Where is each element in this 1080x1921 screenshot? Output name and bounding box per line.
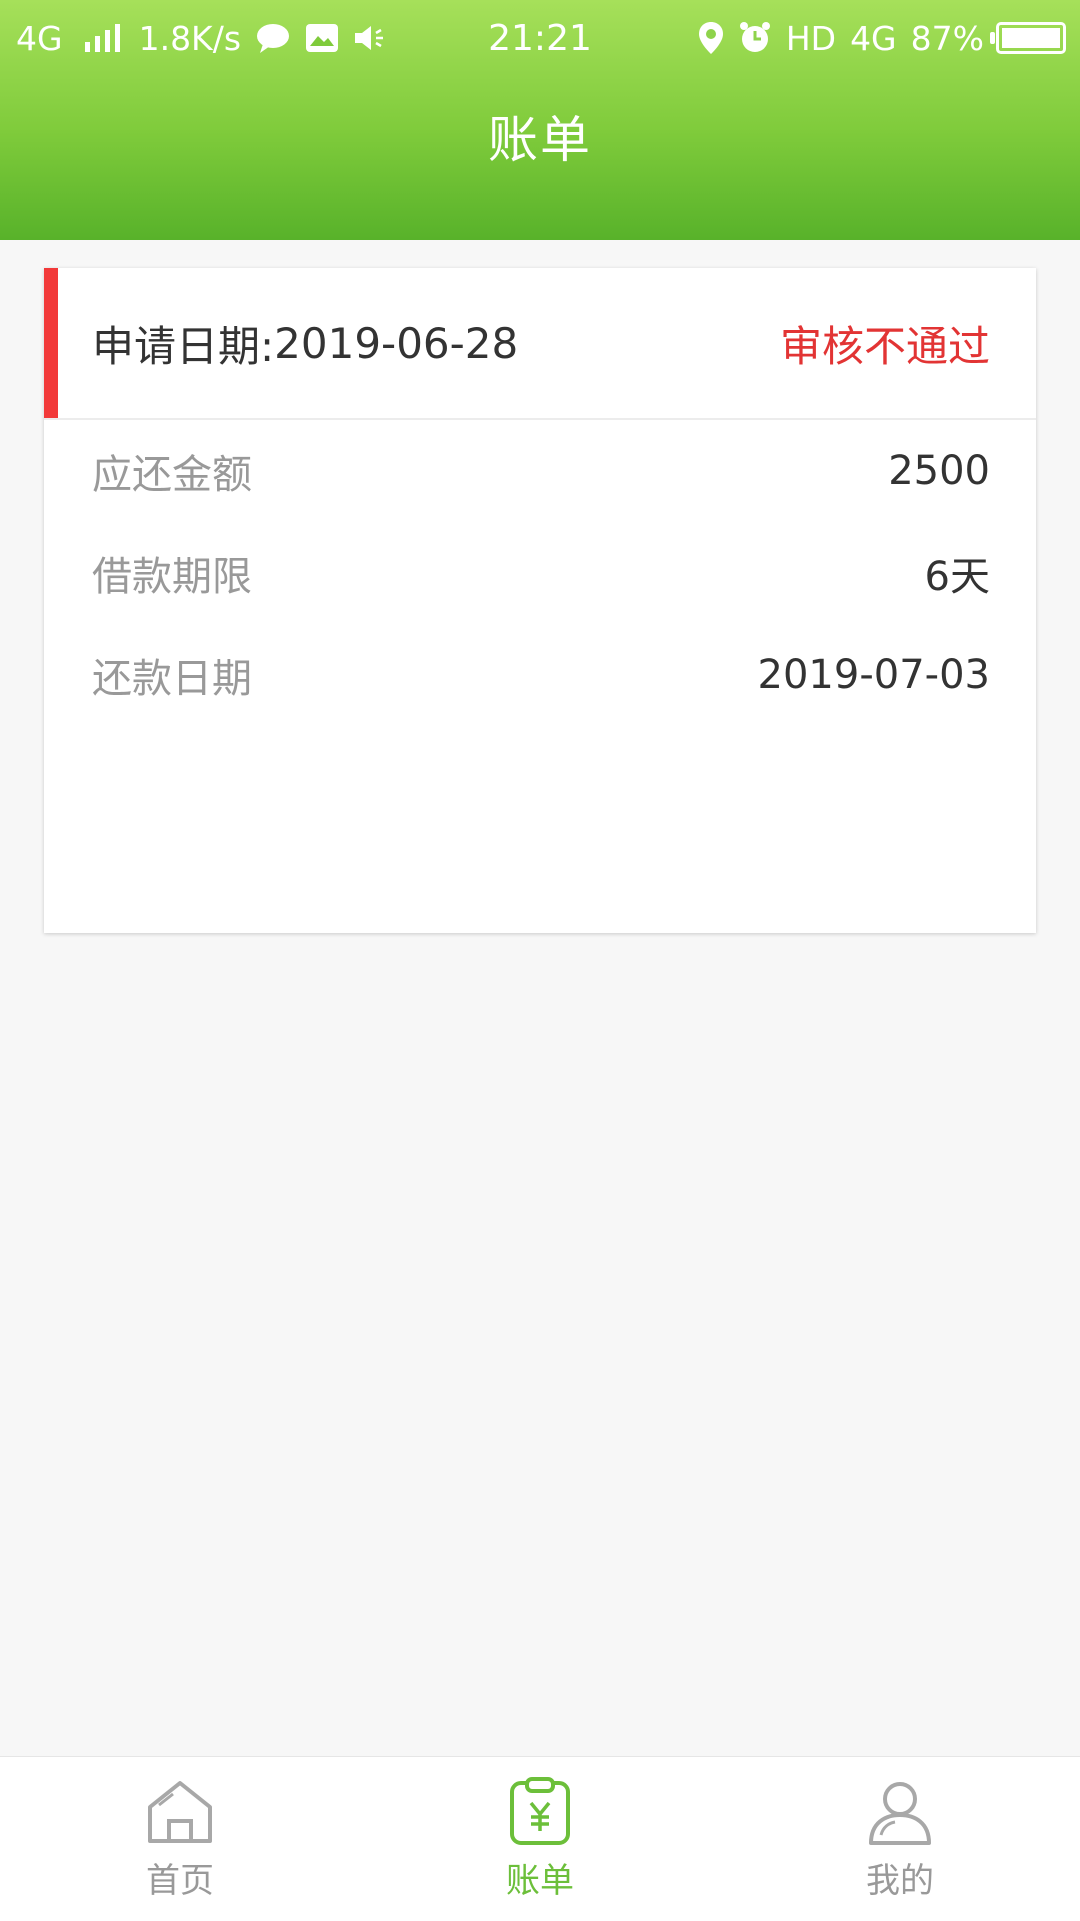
home-icon [148, 1781, 212, 1843]
detail-value: 6天 [924, 554, 990, 600]
detail-row-amount: 应还金额 2500 [44, 420, 1036, 522]
review-status: 审核不通过 [779, 321, 990, 371]
alarm-icon [738, 21, 772, 55]
tab-label: 首页 [146, 1861, 214, 1901]
tab-mine[interactable]: 我的 [720, 1757, 1080, 1921]
header: 4G 1.8K/s 21:21 HD 4G 87% 账单 [0, 0, 1080, 240]
user-icon [869, 1782, 931, 1845]
apply-date-label: 申请日期: [92, 321, 275, 371]
detail-value: 2500 [888, 448, 990, 494]
hd-indicator: HD [785, 18, 837, 58]
bottom-tab-bar: 首页 账单 我的 [0, 1756, 1080, 1921]
page-title: 账单 [488, 111, 592, 169]
apply-date-value: 2019-06-28 [274, 318, 519, 368]
bill-card[interactable]: 申请日期: 2019-06-28 审核不通过 应还金额 2500 借款期限 6天 … [44, 268, 1036, 933]
bill-card-header: 申请日期: 2019-06-28 审核不通过 [44, 268, 1036, 420]
detail-label: 应还金额 [92, 452, 252, 498]
battery-percent: 87% [910, 18, 984, 58]
tab-label: 账单 [506, 1861, 574, 1901]
location-icon [698, 21, 724, 55]
detail-label: 还款日期 [92, 656, 252, 702]
status-right: HD 4G 87% [698, 0, 1066, 76]
bill-details: 应还金额 2500 借款期限 6天 还款日期 2019-07-03 [44, 420, 1036, 726]
network-type-2: 4G [850, 18, 897, 58]
detail-row-term: 借款期限 6天 [44, 522, 1036, 624]
battery-icon [990, 22, 1066, 54]
detail-value: 2019-07-03 [757, 652, 990, 698]
detail-label: 借款期限 [92, 554, 252, 600]
tab-bill[interactable]: 账单 [360, 1757, 720, 1921]
apply-date: 申请日期: 2019-06-28 [92, 268, 518, 418]
tab-label: 我的 [866, 1861, 934, 1901]
bill-icon [510, 1777, 570, 1845]
detail-row-due-date: 还款日期 2019-07-03 [44, 624, 1036, 726]
tab-home[interactable]: 首页 [0, 1757, 360, 1921]
status-accent-bar [44, 268, 58, 418]
status-bar: 4G 1.8K/s 21:21 HD 4G 87% [0, 0, 1080, 76]
